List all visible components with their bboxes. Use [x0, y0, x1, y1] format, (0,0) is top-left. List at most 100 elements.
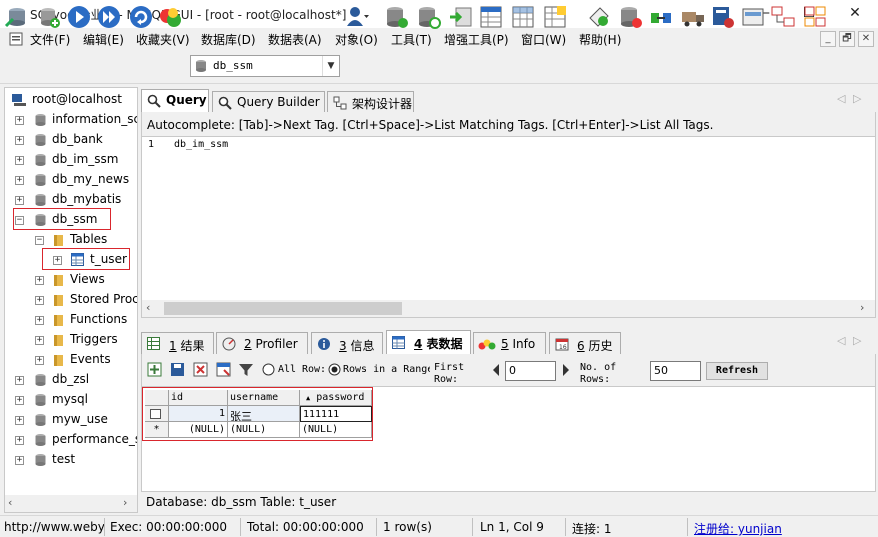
- schema-designer-icon[interactable]: [770, 4, 796, 30]
- filter-icon[interactable]: [238, 362, 254, 378]
- insert-row-icon[interactable]: [147, 362, 162, 377]
- menu-object[interactable]: 对象(O): [335, 31, 378, 48]
- save-changes-icon[interactable]: [170, 362, 185, 377]
- previous-page-icon[interactable]: [491, 363, 501, 377]
- first-row-input[interactable]: 0: [505, 361, 556, 381]
- next-page-icon[interactable]: [561, 363, 571, 377]
- menu-tools[interactable]: 工具(T): [391, 31, 432, 48]
- execute-all-icon[interactable]: [96, 4, 122, 30]
- tab-result[interactable]: 1 结果: [141, 332, 214, 354]
- editor-horizontal-scrollbar[interactable]: ‹ ›: [142, 300, 875, 317]
- scroll-right-icon[interactable]: ›: [860, 301, 864, 314]
- query-profiler-icon[interactable]: [802, 4, 828, 30]
- expand-plus-icon[interactable]: +: [15, 136, 24, 145]
- expand-plus-icon[interactable]: +: [35, 356, 44, 365]
- backup-database-icon[interactable]: [384, 4, 410, 30]
- expand-plus-icon[interactable]: +: [15, 456, 24, 465]
- expand-plus-icon[interactable]: +: [35, 336, 44, 345]
- status-url[interactable]: http://www.webyog.com: [4, 520, 104, 534]
- rows-count-input[interactable]: 50: [650, 361, 701, 381]
- close-button[interactable]: ✕: [832, 0, 878, 28]
- cancel-changes-icon[interactable]: [216, 362, 231, 377]
- restore-database-icon[interactable]: [416, 4, 442, 30]
- tree-folder-events[interactable]: + Events: [35, 350, 137, 370]
- data-transfer-icon[interactable]: [680, 4, 706, 30]
- copy-database-icon[interactable]: [648, 4, 674, 30]
- scrollbar-thumb[interactable]: [164, 302, 402, 315]
- schedule-job-icon[interactable]: [740, 4, 766, 30]
- query-builder-icon[interactable]: [586, 4, 612, 30]
- tree-item-database[interactable]: + myw_use: [15, 410, 137, 430]
- import-icon[interactable]: [448, 4, 474, 30]
- tree-folder-tables[interactable]: − Tables: [35, 230, 137, 250]
- collapse-minus-icon[interactable]: −: [35, 236, 44, 245]
- query-editor[interactable]: [141, 136, 876, 318]
- mdi-close-button[interactable]: ✕: [858, 31, 874, 47]
- menu-edit[interactable]: 编辑(E): [83, 31, 124, 48]
- schema-sync-icon[interactable]: [158, 4, 184, 30]
- menu-help[interactable]: 帮助(H): [579, 31, 621, 48]
- expand-plus-icon[interactable]: +: [15, 376, 24, 385]
- radio-all[interactable]: [262, 363, 275, 376]
- table-grid-icon[interactable]: [510, 4, 536, 30]
- delete-row-icon[interactable]: [193, 362, 208, 377]
- export-table-icon[interactable]: [478, 4, 504, 30]
- expand-plus-icon[interactable]: +: [35, 276, 44, 285]
- tab-scroll-right-icon[interactable]: ▷: [853, 92, 861, 105]
- tab-info[interactable]: 5 Info: [473, 332, 546, 354]
- tab-schema-designer[interactable]: 架构设计器: [327, 91, 414, 112]
- menu-database[interactable]: 数据库(D): [201, 31, 256, 48]
- user-manager-icon[interactable]: [344, 4, 370, 30]
- scroll-left-icon[interactable]: ‹: [8, 496, 12, 509]
- scroll-left-icon[interactable]: ‹: [146, 301, 150, 314]
- tree-item-database[interactable]: + information_schema: [15, 110, 137, 130]
- tab-table-data[interactable]: 4 表数据: [386, 330, 471, 354]
- tree-item-database[interactable]: + db_mybatis: [15, 190, 137, 210]
- status-registered-link[interactable]: 注册给: yunjian: [694, 520, 782, 537]
- menu-table[interactable]: 数据表(A): [268, 31, 322, 48]
- database-selector[interactable]: db_ssm ▼: [190, 55, 340, 77]
- menu-window[interactable]: 窗口(W): [521, 31, 566, 48]
- radio-range[interactable]: [328, 363, 341, 376]
- editor-content[interactable]: db_im_ssm: [174, 139, 228, 150]
- mdi-restore-button[interactable]: 🗗: [839, 31, 855, 47]
- tree-item-database[interactable]: + db_im_ssm: [15, 150, 137, 170]
- expand-plus-icon[interactable]: +: [15, 436, 24, 445]
- new-connection-add-icon[interactable]: [36, 4, 62, 30]
- expand-plus-icon[interactable]: +: [15, 416, 24, 425]
- tab-query[interactable]: Query: [141, 89, 209, 113]
- tree-folder-views[interactable]: + Views: [35, 270, 137, 290]
- tree-item-database[interactable]: + performance_schema: [15, 430, 137, 450]
- expand-plus-icon[interactable]: +: [15, 196, 24, 205]
- tab-scroll-left-icon[interactable]: ◁: [837, 334, 845, 347]
- menu-favorites[interactable]: 收藏夹(V): [136, 31, 190, 48]
- tree-item-database[interactable]: + db_zsl: [15, 370, 137, 390]
- chevron-down-icon[interactable]: ▼: [322, 56, 339, 76]
- tab-messages[interactable]: 3 信息: [311, 332, 383, 354]
- tab-profiler[interactable]: 2 Profiler: [216, 332, 308, 354]
- refresh-button[interactable]: Refresh: [706, 362, 768, 380]
- mdi-minimize-button[interactable]: _: [820, 31, 836, 47]
- migration-icon[interactable]: [710, 4, 736, 30]
- table-data-icon[interactable]: [542, 4, 568, 30]
- tree-item-database[interactable]: + test: [15, 450, 137, 470]
- tree-item-database[interactable]: + db_my_news: [15, 170, 137, 190]
- expand-plus-icon[interactable]: +: [15, 116, 24, 125]
- menu-file[interactable]: 文件(F): [30, 31, 70, 48]
- tree-horizontal-scrollbar[interactable]: ‹ ›: [5, 495, 137, 512]
- tab-scroll-right-icon[interactable]: ▷: [853, 334, 861, 347]
- tree-folder-functions[interactable]: + Functions: [35, 310, 137, 330]
- menu-powertools[interactable]: 增强工具(P): [444, 31, 509, 48]
- tab-scroll-left-icon[interactable]: ◁: [837, 92, 845, 105]
- tab-query-builder[interactable]: Query Builder: [212, 91, 325, 112]
- database-sync-icon[interactable]: [618, 4, 644, 30]
- expand-plus-icon[interactable]: +: [15, 176, 24, 185]
- scroll-right-icon[interactable]: ›: [123, 496, 127, 509]
- new-connection-icon[interactable]: [4, 4, 30, 30]
- expand-plus-icon[interactable]: +: [15, 396, 24, 405]
- tree-item-database[interactable]: + db_bank: [15, 130, 137, 150]
- refresh-object-icon[interactable]: [128, 4, 154, 30]
- execute-query-icon[interactable]: [66, 4, 92, 30]
- tab-history[interactable]: 16 6 历史: [549, 332, 621, 354]
- expand-plus-icon[interactable]: +: [35, 296, 44, 305]
